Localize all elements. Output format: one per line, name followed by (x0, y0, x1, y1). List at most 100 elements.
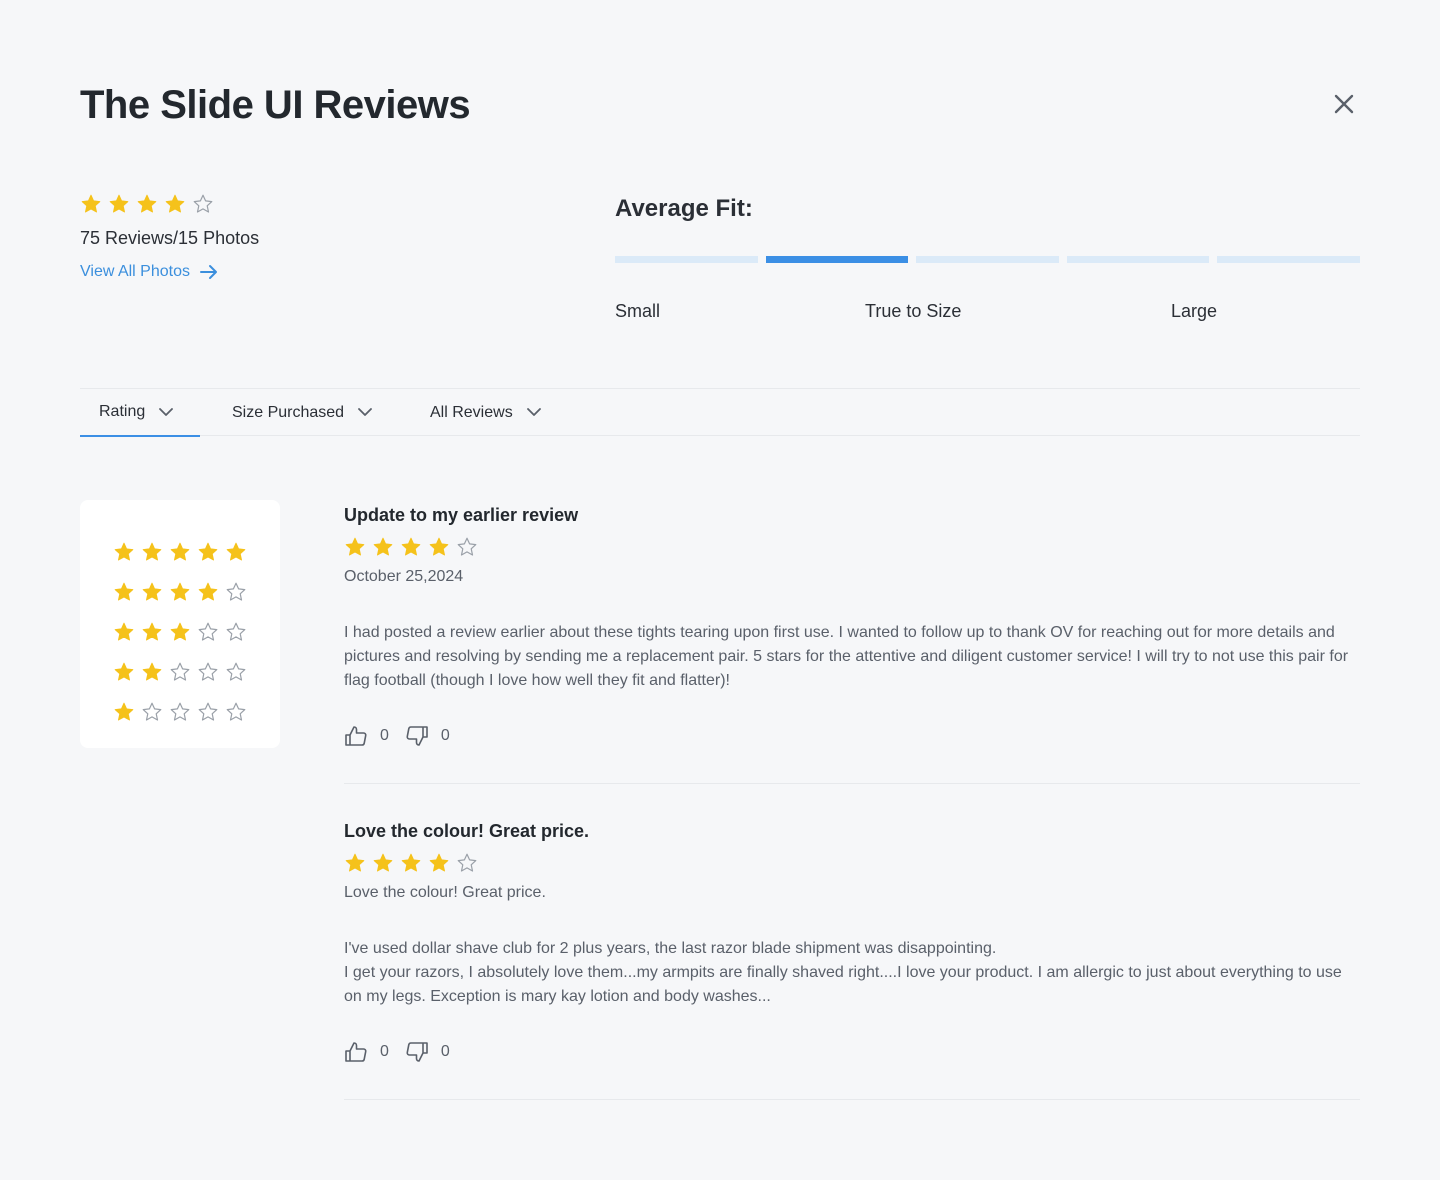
star-empty-icon (225, 661, 247, 683)
star-filled-icon (113, 581, 135, 603)
view-all-photos-link[interactable]: View All Photos (80, 262, 218, 282)
like-button[interactable]: 0 (344, 1041, 389, 1063)
star-filled-icon (169, 541, 191, 563)
rating-filter-1-star[interactable] (113, 692, 280, 732)
star-filled-icon (169, 581, 191, 603)
fit-segment (1217, 256, 1360, 263)
close-button[interactable] (1330, 90, 1358, 118)
star-filled-icon (169, 621, 191, 643)
view-all-photos-label: View All Photos (80, 263, 190, 280)
star-filled-icon (372, 536, 394, 558)
star-filled-icon (108, 193, 130, 215)
review-body-paragraph: I get your razors, I absolutely love the… (344, 964, 1342, 1005)
page-title: The Slide UI Reviews (80, 83, 471, 127)
star-filled-icon (400, 852, 422, 874)
star-filled-icon (136, 193, 158, 215)
review-summary: Love the colour! Great price. (344, 884, 546, 901)
dislike-button[interactable]: 0 (405, 1041, 450, 1063)
tab-all-reviews[interactable]: All Reviews (430, 389, 541, 436)
tab-rating[interactable]: Rating (80, 389, 200, 437)
like-button[interactable]: 0 (344, 725, 389, 747)
star-filled-icon (80, 193, 102, 215)
chevron-down-icon (358, 408, 372, 417)
tab-size-purchased-label: Size Purchased (232, 403, 345, 421)
thumbs-down-icon (406, 726, 428, 746)
review-body-paragraph: I've used dollar shave club for 2 plus y… (344, 940, 997, 957)
star-filled-icon (113, 701, 135, 723)
fit-label-large: Large (1171, 301, 1218, 321)
review-actions: 0 0 (344, 1041, 1360, 1063)
review-rating-stars (344, 852, 1360, 874)
star-empty-icon (225, 621, 247, 643)
star-filled-icon (372, 852, 394, 874)
review-body-paragraph: I had posted a review earlier about thes… (344, 624, 1349, 689)
star-empty-icon (169, 661, 191, 683)
review-body: I've used dollar shave club for 2 plus y… (344, 937, 1360, 1009)
star-filled-icon (428, 852, 450, 874)
tab-all-reviews-label: All Reviews (430, 403, 513, 421)
star-empty-icon (456, 536, 478, 558)
review-date: October 25,2024 (344, 568, 464, 585)
star-filled-icon (225, 541, 247, 563)
review-title: Update to my earlier review (344, 505, 579, 525)
review-rating-stars (344, 536, 1360, 558)
star-empty-icon (197, 661, 219, 683)
star-empty-icon (197, 701, 219, 723)
dislike-count: 0 (440, 727, 450, 744)
rating-filter-4-stars[interactable] (113, 572, 280, 612)
star-filled-icon (141, 661, 163, 683)
star-filled-icon (428, 536, 450, 558)
dislike-button[interactable]: 0 (405, 725, 450, 747)
review-title: Love the colour! Great price. (344, 821, 590, 841)
filter-bar: Rating Size Purchased All Reviews (80, 388, 1360, 437)
average-fit-title: Average Fit: (615, 195, 753, 222)
tab-size-purchased[interactable]: Size Purchased (232, 389, 372, 436)
star-empty-icon (225, 701, 247, 723)
chevron-down-icon (526, 408, 541, 417)
star-empty-icon (456, 852, 478, 874)
like-count: 0 (380, 727, 389, 744)
review-body: I had posted a review earlier about thes… (344, 621, 1360, 693)
arrow-right-icon (200, 264, 218, 280)
star-filled-icon (197, 541, 219, 563)
star-filled-icon (113, 621, 135, 643)
review-item: Love the colour! Great price. Love the c… (344, 817, 1360, 1063)
rating-filter-panel (80, 500, 280, 748)
star-filled-icon (141, 621, 163, 643)
star-filled-icon (141, 581, 163, 603)
star-empty-icon (197, 621, 219, 643)
star-empty-icon (169, 701, 191, 723)
summary-rating-stars (80, 193, 220, 215)
star-filled-icon (113, 541, 135, 563)
review-divider (344, 1099, 1360, 1100)
close-icon (1334, 94, 1354, 114)
rating-filter-2-stars[interactable] (113, 652, 280, 692)
review-item: Update to my earlier review October 25,2… (344, 501, 1360, 747)
star-empty-icon (141, 701, 163, 723)
thumbs-up-icon (345, 726, 367, 746)
like-count: 0 (380, 1043, 389, 1060)
dislike-count: 0 (440, 1043, 450, 1060)
star-filled-icon (197, 581, 219, 603)
rating-filter-3-stars[interactable] (113, 612, 280, 652)
review-count: 75 Reviews/15 Photos (80, 228, 260, 248)
chevron-down-icon (159, 407, 174, 417)
fit-scale (615, 256, 1360, 263)
star-filled-icon (164, 193, 186, 215)
fit-segment (1066, 256, 1210, 263)
tab-rating-label: Rating (99, 403, 146, 420)
fit-segment (916, 256, 1059, 263)
fit-segment (615, 256, 758, 263)
star-empty-icon (192, 193, 214, 215)
star-empty-icon (225, 581, 247, 603)
star-filled-icon (141, 541, 163, 563)
review-actions: 0 0 (344, 725, 1360, 747)
star-filled-icon (344, 852, 366, 874)
star-filled-icon (344, 536, 366, 558)
star-filled-icon (400, 536, 422, 558)
thumbs-down-icon (406, 1042, 428, 1062)
fit-label-small: Small (615, 301, 661, 321)
fit-label-true-to-size: True to Size (865, 301, 962, 321)
rating-filter-5-stars[interactable] (113, 532, 280, 572)
star-filled-icon (113, 661, 135, 683)
